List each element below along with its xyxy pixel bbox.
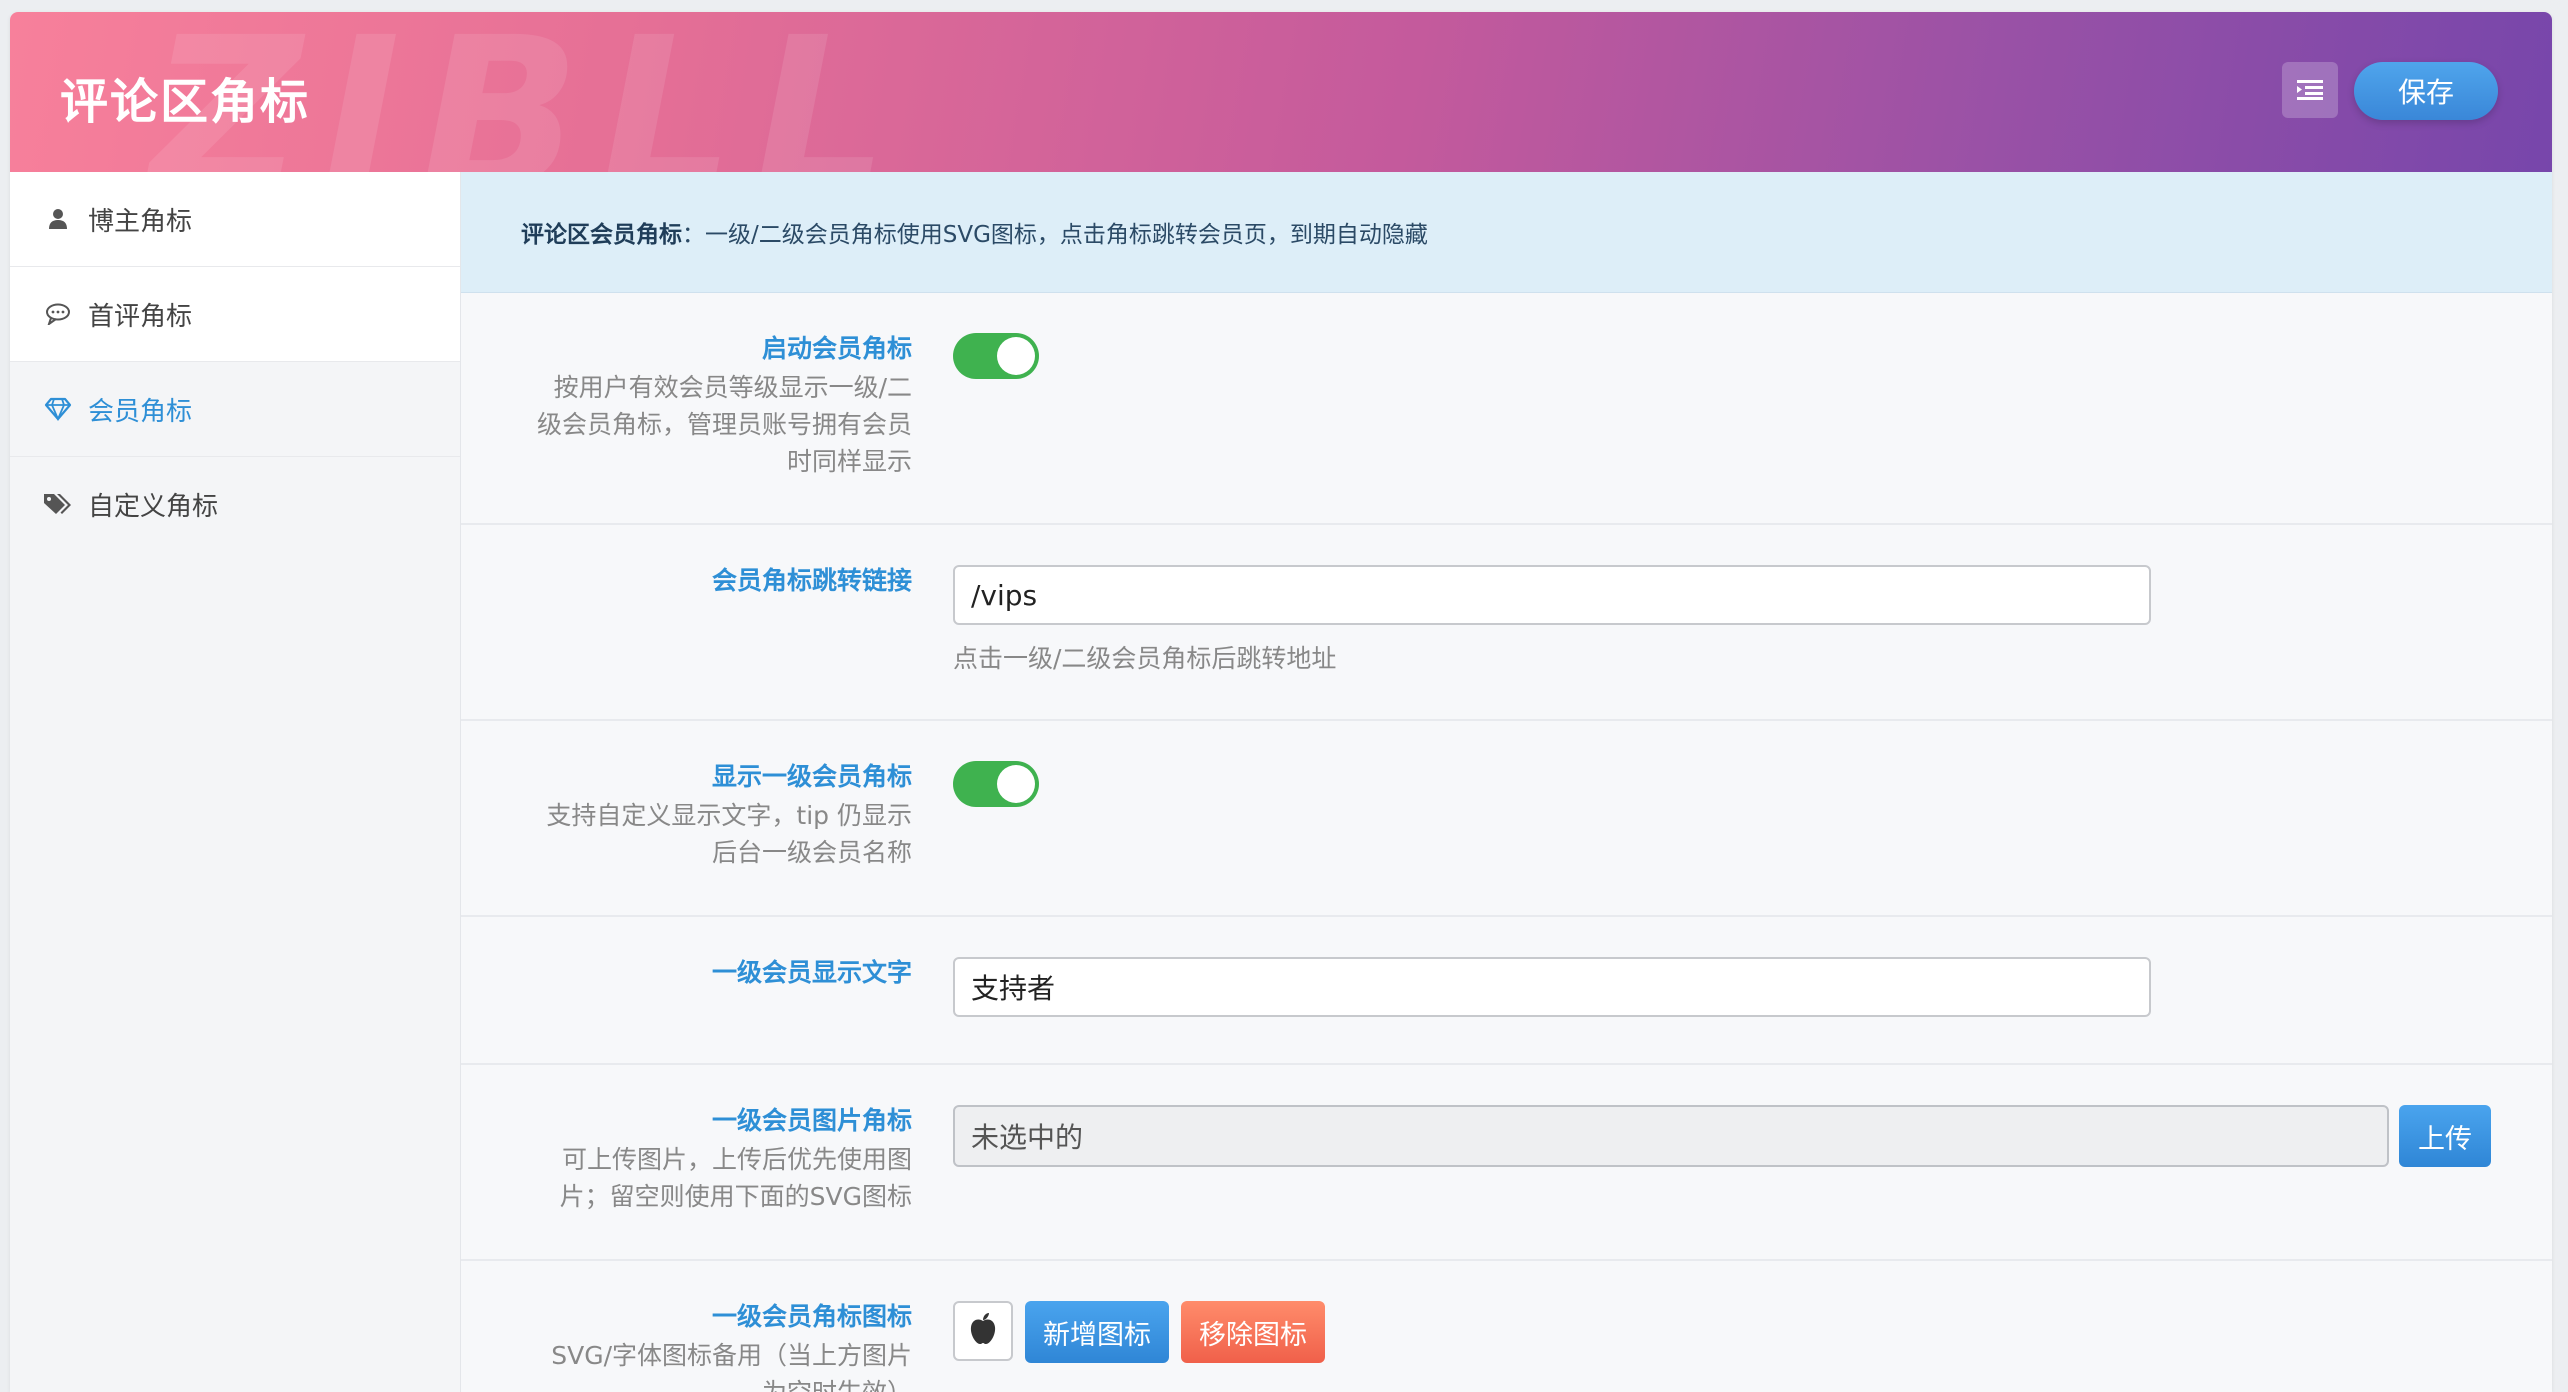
setting-label: 会员角标跳转链接 (482, 563, 912, 599)
list-menu-icon[interactable] (2282, 62, 2338, 118)
level1-display-text-input[interactable]: 支持者 (953, 957, 2151, 1017)
setting-title: 一级会员图片角标 (711, 1106, 912, 1135)
icon-preview[interactable] (953, 1301, 1013, 1361)
notice-text: ：一级/二级会员角标使用SVG图标，点击角标跳转会员页，到期自动隐藏 (682, 222, 1428, 248)
setting-row-show-level1: 显示一级会员角标 支持自定义显示文字，tip 仍显示 后台一级会员名称 (461, 721, 2552, 917)
setting-description: SVG/字体图标备用（当上方图片 为空时生效） (551, 1341, 912, 1392)
setting-title: 显示一级会员角标 (711, 762, 912, 791)
setting-title: 一级会员显示文字 (711, 958, 912, 987)
setting-row-link: 会员角标跳转链接 /vips 点击一级/二级会员角标后跳转地址 (461, 525, 2552, 721)
setting-label: 启动会员角标 按用户有效会员等级显示一级/二 级会员角标，管理员账号拥有会员 时… (482, 331, 912, 480)
settings-content: 评论区会员角标 ：一级/二级会员角标使用SVG图标，点击角标跳转会员页，到期自动… (461, 172, 2552, 1392)
diamond-icon (40, 394, 76, 424)
setting-label: 显示一级会员角标 支持自定义显示文字，tip 仍显示 后台一级会员名称 (482, 759, 912, 871)
sidebar-item-custom-badge[interactable]: 自定义角标 (10, 457, 460, 551)
setting-row-level1-text: 一级会员显示文字 支持者 (461, 917, 2552, 1065)
sidebar-item-label: 博主角标 (88, 206, 193, 237)
setting-label: 一级会员角标图标 SVG/字体图标备用（当上方图片 为空时生效） (482, 1299, 912, 1392)
setting-description: 可上传图片，上传后优先使用图 片；留空则使用下面的SVG图标 (559, 1145, 912, 1211)
remove-icon-button[interactable]: 移除图标 (1181, 1301, 1325, 1363)
setting-label: 一级会员显示文字 (482, 955, 912, 991)
setting-label: 一级会员图片角标 可上传图片，上传后优先使用图 片；留空则使用下面的SVG图标 (482, 1103, 912, 1215)
sidebar-item-label: 会员角标 (88, 396, 193, 427)
sidebar: 博主角标 首评角标 会员角标 自定义角标 (10, 172, 461, 1392)
sidebar-item-label: 自定义角标 (88, 491, 219, 522)
notice-title: 评论区会员角标 (521, 222, 682, 248)
info-notice: 评论区会员角标 ：一级/二级会员角标使用SVG图标，点击角标跳转会员页，到期自动… (461, 172, 2552, 293)
tags-icon (40, 489, 76, 519)
setting-row-enable: 启动会员角标 按用户有效会员等级显示一级/二 级会员角标，管理员账号拥有会员 时… (461, 293, 2552, 525)
member-badge-link-input[interactable]: /vips (953, 565, 2151, 625)
setting-title: 会员角标跳转链接 (711, 566, 912, 595)
sidebar-item-label: 首评角标 (88, 301, 193, 332)
apple-icon (968, 1312, 998, 1350)
setting-title: 一级会员角标图标 (711, 1302, 912, 1331)
setting-title: 启动会员角标 (761, 334, 912, 363)
user-icon (40, 204, 76, 234)
setting-help-text: 点击一级/二级会员角标后跳转地址 (953, 644, 1337, 673)
page-header: ZIBLL 评论区角标 保存 (10, 12, 2552, 172)
add-icon-button[interactable]: 新增图标 (1025, 1301, 1169, 1363)
sidebar-item-blogger-badge[interactable]: 博主角标 (10, 172, 460, 267)
setting-row-level1-image: 一级会员图片角标 可上传图片，上传后优先使用图 片；留空则使用下面的SVG图标 … (461, 1065, 2552, 1261)
enable-member-badge-toggle[interactable] (953, 333, 1039, 379)
setting-description: 按用户有效会员等级显示一级/二 级会员角标，管理员账号拥有会员 时同样显示 (536, 373, 912, 476)
settings-panel: ZIBLL 评论区角标 保存 博主角标 首评角标 会员角标 自定义角标 评论区会… (10, 12, 2552, 1392)
show-level1-badge-toggle[interactable] (953, 761, 1039, 807)
level1-image-input[interactable]: 未选中的 (953, 1105, 2389, 1167)
sidebar-item-member-badge[interactable]: 会员角标 (10, 362, 460, 457)
upload-button[interactable]: 上传 (2399, 1105, 2491, 1167)
save-button[interactable]: 保存 (2354, 62, 2498, 120)
setting-description: 支持自定义显示文字，tip 仍显示 后台一级会员名称 (546, 801, 912, 867)
page-title: 评论区角标 (60, 74, 311, 130)
comment-icon (40, 299, 76, 329)
setting-row-level1-icon: 一级会员角标图标 SVG/字体图标备用（当上方图片 为空时生效） 新增图标 移除… (461, 1261, 2552, 1392)
sidebar-item-first-comment-badge[interactable]: 首评角标 (10, 267, 460, 362)
